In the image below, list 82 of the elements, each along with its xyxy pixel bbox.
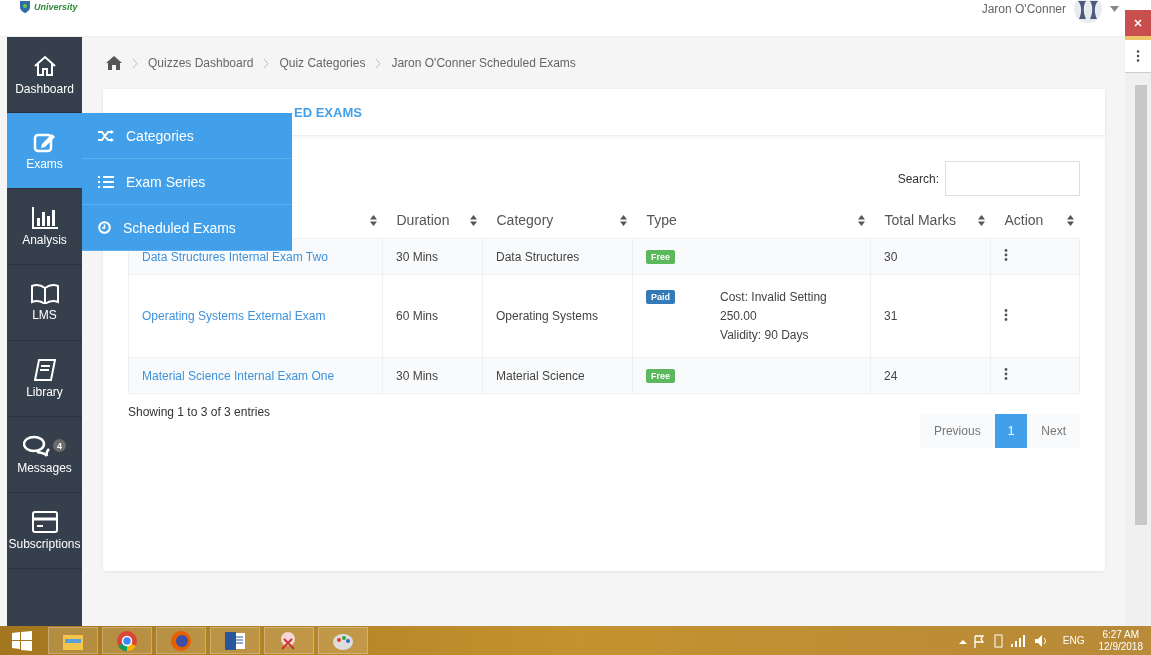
count-badge: 4 <box>53 439 66 452</box>
column-header[interactable]: Total Marks <box>870 202 991 239</box>
table-cell: Material Science <box>496 368 585 383</box>
table-cell: Operating Systems <box>496 309 599 323</box>
type-badge: Free <box>646 249 675 264</box>
clock-icon <box>98 221 111 234</box>
page-title: ED EXAMS <box>294 104 362 120</box>
user-name[interactable]: Jaron O'Conner <box>981 2 1066 16</box>
taskbar-app[interactable] <box>102 627 152 654</box>
column-header[interactable]: Category <box>482 202 633 239</box>
book-icon <box>30 283 59 304</box>
search-label: Search: <box>897 171 939 186</box>
sort-icon <box>1066 214 1074 226</box>
column-header[interactable]: Action <box>990 202 1080 239</box>
sidebar-label: Dashboard <box>15 81 74 96</box>
sidebar-label: Exams <box>26 156 63 171</box>
table-cell: 24 <box>884 368 898 383</box>
breadcrumb-link[interactable]: Jaron O'Conner Scheduled Exams <box>391 56 576 70</box>
home-icon[interactable] <box>106 56 122 70</box>
sort-icon <box>619 214 627 226</box>
search-field[interactable] <box>945 161 1080 196</box>
table-cell: 30 <box>884 249 898 264</box>
bar-chart-icon <box>31 206 58 229</box>
taskbar-app[interactable] <box>156 627 206 654</box>
sort-icon <box>977 214 985 226</box>
sort-icon <box>469 214 477 226</box>
column-header[interactable]: Type <box>632 202 871 239</box>
browser-icon <box>116 629 138 652</box>
sidebar-label: Library <box>26 384 63 399</box>
more-icon[interactable] <box>1004 308 1008 321</box>
sidebar-label: Subscriptions <box>8 536 81 551</box>
sidebar-item[interactable]: LMS <box>7 265 82 341</box>
browser-icon <box>170 629 192 652</box>
sort-icon[interactable] <box>369 214 377 226</box>
windows-icon[interactable] <box>12 630 32 651</box>
sort-icon <box>857 214 865 226</box>
table-cell: 60 Mins <box>396 309 439 323</box>
taskbar-app[interactable] <box>264 627 314 654</box>
tray-icons-drawing[interactable] <box>958 633 1049 648</box>
more-icon[interactable] <box>1136 50 1140 62</box>
type-detail: 250.00 <box>720 309 758 323</box>
column-header[interactable]: Duration <box>382 202 483 239</box>
more-icon[interactable] <box>1004 249 1008 261</box>
chevron-icon <box>132 58 138 68</box>
sidebar-item[interactable]: Subscriptions <box>7 493 82 569</box>
home-icon <box>32 53 57 78</box>
breadcrumb-link[interactable]: Quizzes Dashboard <box>148 56 254 70</box>
credit-card-icon <box>31 510 58 533</box>
table-cell: 30 Mins <box>396 249 439 264</box>
type-detail: Cost: Invalid Setting <box>720 290 827 304</box>
sidebar-label: Messages <box>17 460 72 475</box>
caret-icon[interactable] <box>1110 6 1119 12</box>
avatar-icon[interactable] <box>1074 0 1102 23</box>
university-logo[interactable]: University <box>18 0 78 14</box>
table-cell: Data Structures <box>496 249 580 264</box>
scrollbar[interactable] <box>1125 72 1151 626</box>
type-detail: Validity: 90 Days <box>720 328 810 342</box>
sidebar-item[interactable]: 4 Messages <box>7 417 82 493</box>
close-icon <box>1134 19 1142 27</box>
more-icon[interactable] <box>1004 368 1008 380</box>
chat-icon <box>23 434 51 457</box>
table-cell: 30 Mins <box>396 368 439 383</box>
list-icon <box>98 174 114 189</box>
type-badge: Paid <box>646 290 675 304</box>
table-cell: 31 <box>884 309 898 323</box>
type-badge: Free <box>646 368 675 383</box>
document-icon <box>224 630 246 651</box>
shuffle-icon <box>98 129 114 142</box>
sidebar-item[interactable]: Analysis <box>7 189 82 265</box>
taskbar-app[interactable] <box>210 627 260 654</box>
exam-link[interactable]: Operating Systems External Exam <box>142 309 326 323</box>
chevron-icon <box>375 58 382 68</box>
close-button[interactable] <box>1125 10 1151 36</box>
breadcrumb-link[interactable]: Quiz Categories <box>279 56 366 70</box>
sidebar-item[interactable]: Library <box>7 341 82 417</box>
language-indicator[interactable]: ENG <box>1062 635 1085 646</box>
chevron-icon <box>263 58 270 68</box>
clock[interactable]: 6:27 AM 12/9/2018 <box>1098 628 1143 653</box>
notebook-icon <box>33 358 56 381</box>
entries-info: Showing 1 to 3 of 3 entries <box>128 405 271 419</box>
sidebar-label: Analysis <box>22 232 67 247</box>
sidebar-label: LMS <box>32 307 57 322</box>
